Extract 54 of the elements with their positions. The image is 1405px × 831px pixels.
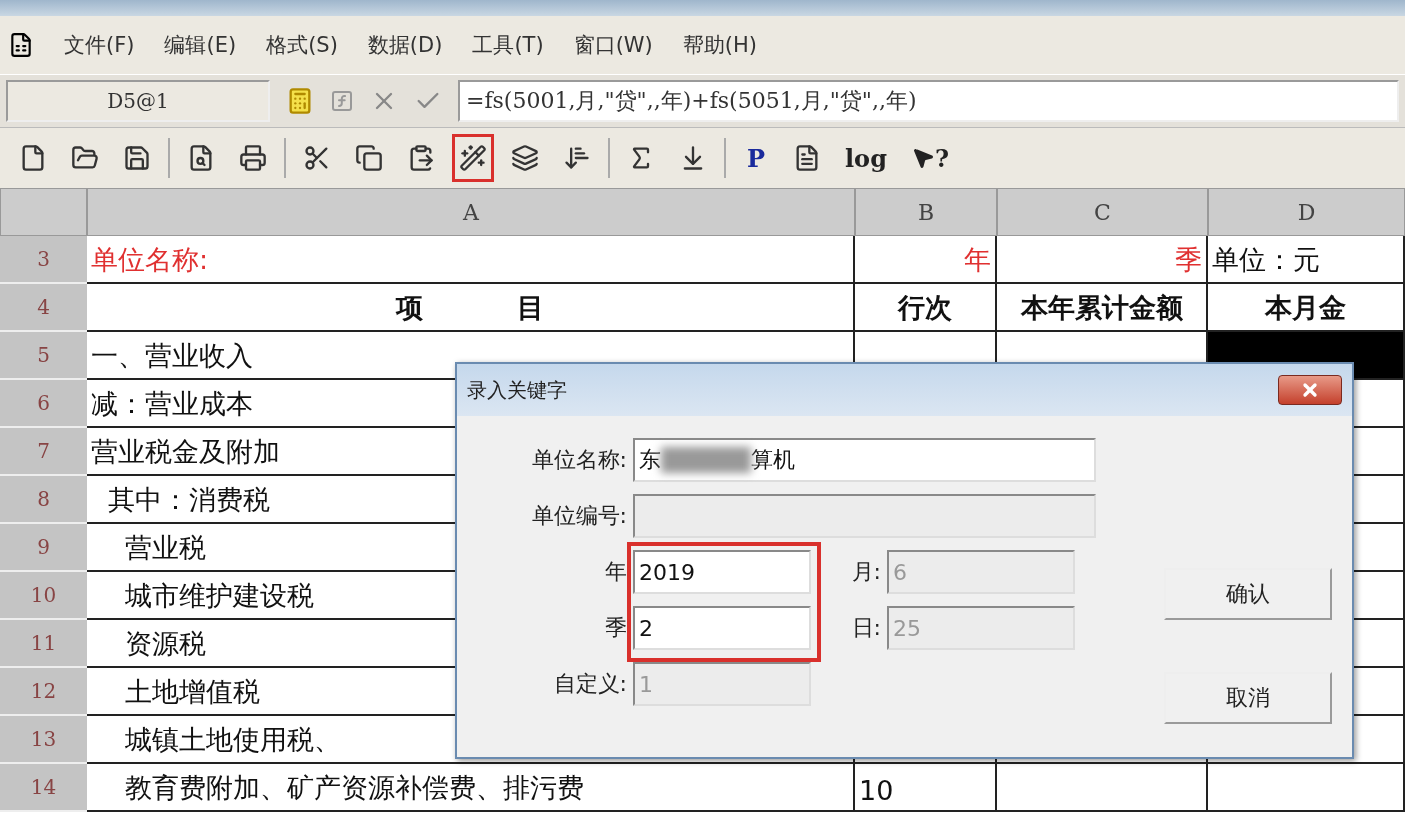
field-label: 单位名称: bbox=[530, 446, 627, 474]
layers-icon bbox=[511, 144, 539, 172]
table-cell: 单位名称: bbox=[87, 236, 855, 284]
row-header[interactable]: 9 bbox=[0, 524, 87, 572]
dialog-button[interactable]: 取消 bbox=[1164, 672, 1332, 724]
menu-item[interactable]: 工具(T) bbox=[472, 31, 544, 59]
input-field[interactable]: 2019 bbox=[633, 550, 811, 594]
table-cell: 本月金 bbox=[1208, 284, 1405, 332]
close-button[interactable] bbox=[1278, 375, 1342, 405]
field-label: 自定义: bbox=[552, 670, 627, 698]
row-header[interactable]: 10 bbox=[0, 572, 87, 620]
row-header[interactable]: 14 bbox=[0, 764, 87, 812]
copy-icon bbox=[355, 144, 383, 172]
column-header[interactable]: A bbox=[87, 188, 855, 236]
table-cell: 单位：元 bbox=[1208, 236, 1405, 284]
column-header[interactable]: C bbox=[997, 188, 1208, 236]
toolbar-button[interactable] bbox=[452, 134, 494, 182]
column-header[interactable]: B bbox=[855, 188, 997, 236]
row-header[interactable]: 3 bbox=[0, 236, 87, 284]
toolbar-button[interactable]: log bbox=[838, 134, 894, 182]
menu-item[interactable]: 帮助(H) bbox=[682, 31, 757, 59]
row-header[interactable]: 12 bbox=[0, 668, 87, 716]
row-header[interactable]: 7 bbox=[0, 428, 87, 476]
table-cell: 项 目 bbox=[87, 284, 855, 332]
help-button[interactable]: ? bbox=[903, 134, 956, 182]
menu-item[interactable]: 格式(S) bbox=[266, 31, 338, 59]
column-header[interactable]: D bbox=[1208, 188, 1405, 236]
row-header[interactable]: 8 bbox=[0, 476, 87, 524]
table-cell: 教育费附加、矿产资源补偿费、排污费 bbox=[87, 764, 855, 812]
formula-field[interactable]: =fs(5001,月,"贷",,年)+fs(5051,月,"贷",,年) bbox=[458, 80, 1399, 122]
row-header[interactable]: 13 bbox=[0, 716, 87, 764]
close-icon bbox=[1300, 380, 1320, 400]
wand-icon bbox=[459, 144, 487, 172]
toolbar-button[interactable]: P bbox=[736, 134, 776, 182]
menu-item[interactable]: 编辑(E) bbox=[164, 31, 237, 59]
dialog-button[interactable]: 确认 bbox=[1164, 568, 1332, 620]
table-cell: 年 bbox=[855, 236, 997, 284]
input-field[interactable]: 2 bbox=[633, 606, 811, 650]
save-icon bbox=[123, 144, 151, 172]
menu-item[interactable]: 窗口(W) bbox=[573, 31, 653, 59]
row-header[interactable]: 5 bbox=[0, 332, 87, 380]
menu-item[interactable]: 数据(D) bbox=[367, 31, 443, 59]
table-cell: 本年累计金额 bbox=[997, 284, 1208, 332]
printer-icon bbox=[239, 144, 267, 172]
row-header[interactable]: 6 bbox=[0, 380, 87, 428]
table-cell: 行次 bbox=[855, 284, 997, 332]
table-cell: 10 bbox=[855, 764, 997, 812]
table-cell: 季 bbox=[997, 236, 1208, 284]
cell-reference-field[interactable]: D5@1 bbox=[6, 80, 270, 122]
menu-item[interactable]: 文件(F) bbox=[64, 31, 135, 59]
row-header[interactable]: 11 bbox=[0, 620, 87, 668]
row-header[interactable]: 4 bbox=[0, 284, 87, 332]
input-field[interactable]: 东 算机 bbox=[633, 438, 1096, 482]
app-icon bbox=[8, 32, 34, 58]
